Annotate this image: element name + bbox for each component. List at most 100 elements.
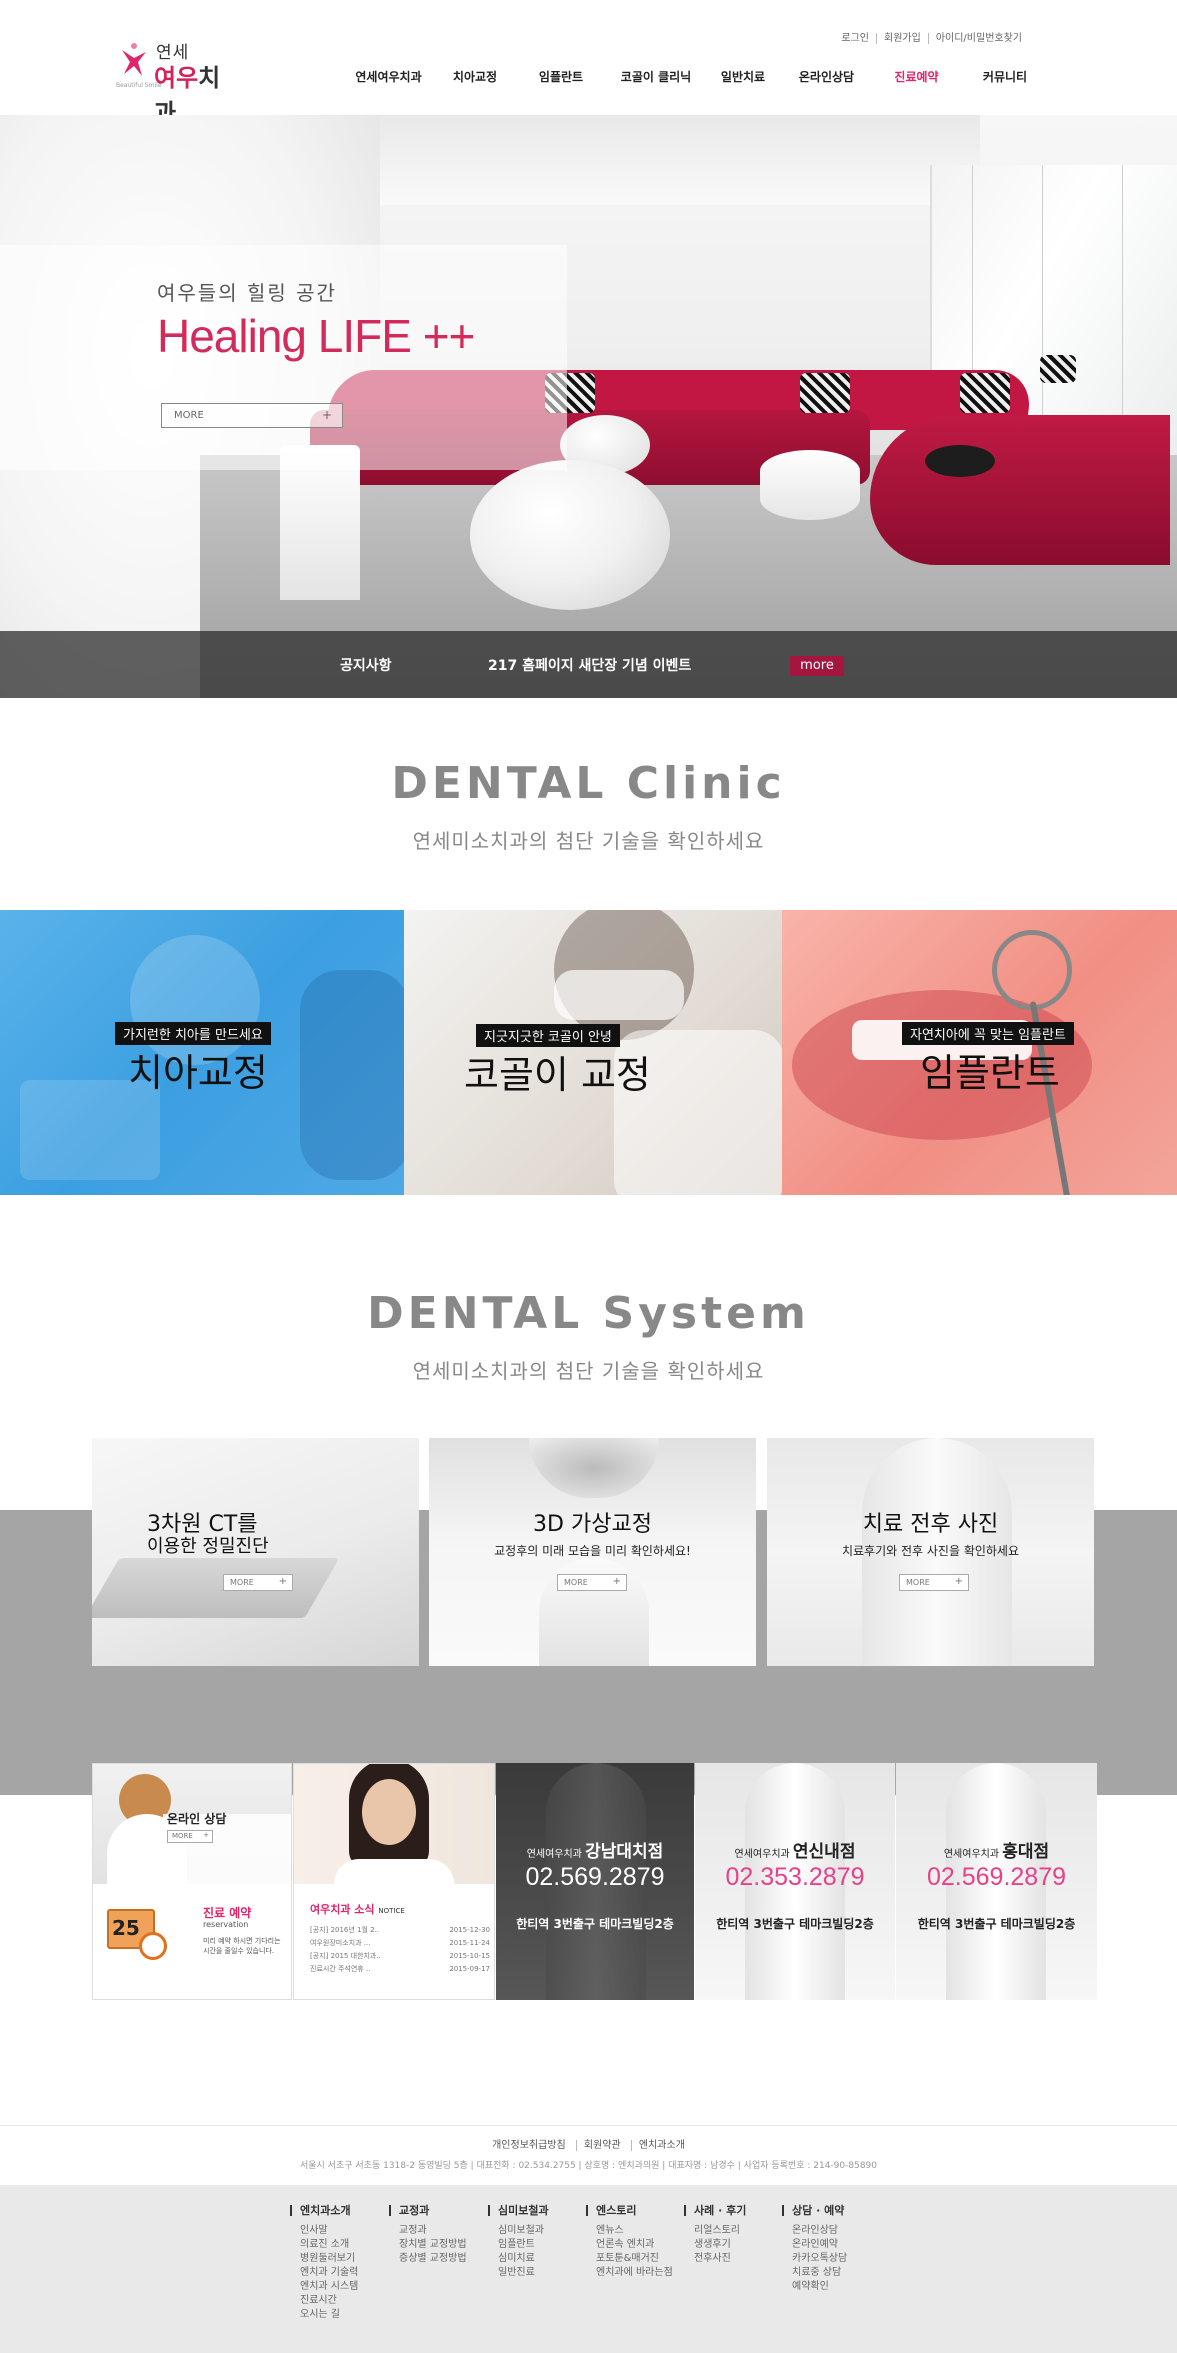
system-card-3d-virtual[interactable]: 3D 가상교정 교정후의 미래 모습을 미리 확인하세요! MORE + bbox=[429, 1438, 756, 1666]
sitemap-link[interactable]: 오시는 길 bbox=[290, 2308, 358, 2322]
system-card-3d-ct[interactable]: 3차원 CT를 이용한 정밀진단 MORE + bbox=[92, 1438, 419, 1666]
sitemap-heading[interactable]: 엔치과소개 bbox=[290, 2205, 358, 2216]
sitemap-link[interactable]: 교정과 bbox=[389, 2224, 467, 2238]
about-link[interactable]: 엔치과소개 bbox=[630, 2140, 692, 2151]
sitemap-link[interactable]: 진료시간 bbox=[290, 2294, 358, 2308]
plus-icon: + bbox=[203, 1831, 209, 1839]
terms-link[interactable]: 회원약관 bbox=[575, 2140, 628, 2151]
nav-online-consult[interactable]: 온라인상담 bbox=[780, 68, 873, 85]
sitemap-link[interactable]: 일반진료 bbox=[488, 2266, 549, 2280]
sitemap-link[interactable]: 생생후기 bbox=[684, 2238, 746, 2252]
find-account-link[interactable]: 아이디/비밀번호찾기 bbox=[927, 33, 1029, 44]
clinic-card-snoring[interactable]: 지긋지긋한 코골이 안녕 코골이 교정 bbox=[404, 910, 782, 1195]
site-logo[interactable]: 연세 여우치과 Beautiful Smile bbox=[116, 36, 236, 127]
sitemap-link[interactable]: 온라인예약 bbox=[782, 2238, 847, 2252]
clinic-card-title: 치아교정 bbox=[128, 1051, 268, 1095]
branch-address: 한티역 3번출구 테마크빌딩2층 bbox=[917, 1917, 1076, 1931]
sitemap-heading[interactable]: 심미보철과 bbox=[488, 2205, 549, 2216]
news-item[interactable]: 진료시간 주석연휴 .. 2015-09-17 bbox=[310, 1963, 490, 1976]
sitemap-link[interactable]: 카카오톡상담 bbox=[782, 2252, 847, 2266]
plus-icon: + bbox=[954, 1576, 963, 1587]
branch-card-hongdae[interactable]: 연세여우치과 홍대점 02.569.2879 한티역 3번출구 테마크빌딩2층 bbox=[896, 1763, 1097, 2000]
reservation-title[interactable]: 진료 예약 bbox=[203, 1904, 251, 1921]
news-item[interactable]: [공지] 2015 대한치과.. 2015-10-15 bbox=[310, 1950, 490, 1963]
sitemap-link[interactable]: 엔치과 기술력 bbox=[290, 2266, 358, 2280]
sitemap-link[interactable]: 전후사진 bbox=[684, 2252, 746, 2266]
hero-photo-ceiling bbox=[380, 115, 980, 205]
sitemap-link[interactable]: 치료중 상담 bbox=[782, 2266, 847, 2280]
signup-link[interactable]: 회원가입 bbox=[876, 33, 928, 44]
branch-phone: 02.569.2879 bbox=[926, 1863, 1067, 1891]
sitemap-link[interactable]: 온라인상담 bbox=[782, 2224, 847, 2238]
sitemap-link[interactable]: 엔치과 시스템 bbox=[290, 2280, 358, 2294]
sitemap-link[interactable]: 인사말 bbox=[290, 2224, 358, 2238]
sitemap-link[interactable]: 의료진 소개 bbox=[290, 2238, 358, 2252]
clock-icon bbox=[139, 1932, 167, 1960]
footer-links: 개인정보취급방침 회원약관 엔치과소개 bbox=[0, 2136, 1177, 2151]
utility-links: 로그인 회원가입 아이디/비밀번호찾기 bbox=[834, 33, 1029, 44]
nav-reservation[interactable]: 진료예약 bbox=[873, 68, 960, 85]
news-item[interactable]: 여우원장미소치과 ... 2015-11-24 bbox=[310, 1937, 490, 1950]
news-list: [공지] 2016년 1월 2.. 2015-12-30 여우원장미소치과 ...… bbox=[310, 1924, 490, 1976]
sitemap-heading[interactable]: 엔스토리 bbox=[586, 2205, 673, 2216]
sitemap-heading[interactable]: 교정과 bbox=[389, 2205, 467, 2216]
sitemap-link[interactable]: 언론속 엔치과 bbox=[586, 2238, 673, 2252]
branch-name: 연세여우치과 홍대점 bbox=[943, 1842, 1050, 1862]
branch-card-gangnam[interactable]: 연세여우치과 강남대치점 02.569.2879 한티역 3번출구 테마크빌딩2… bbox=[496, 1763, 694, 2000]
clinic-section-title: DENTAL Clinic bbox=[391, 758, 786, 809]
system-more-button[interactable]: MORE + bbox=[557, 1574, 627, 1591]
system-more-button[interactable]: MORE + bbox=[899, 1574, 969, 1591]
clinic-card-orthodontics[interactable]: 가지런한 치아를 만드세요 치아교정 bbox=[0, 910, 404, 1195]
clinic-card-implant[interactable]: 자연치아에 꼭 맞는 임플란트 임플란트 bbox=[782, 910, 1177, 1195]
system-more-button[interactable]: MORE + bbox=[223, 1574, 293, 1591]
system-card-before-after[interactable]: 치료 전후 사진 치료후기와 전후 사진을 확인하세요 MORE + bbox=[767, 1438, 1094, 1666]
notice-label: 공지사항 bbox=[340, 658, 392, 674]
branch-phone: 02.569.2879 bbox=[525, 1863, 665, 1891]
sitemap-link[interactable]: 병원둘러보기 bbox=[290, 2252, 358, 2266]
sitemap-link[interactable]: 증상별 교정방법 bbox=[389, 2252, 467, 2266]
online-consult-more-button[interactable]: MORE + bbox=[167, 1830, 213, 1843]
privacy-policy-link[interactable]: 개인정보취급방침 bbox=[485, 2140, 573, 2151]
login-link[interactable]: 로그인 bbox=[834, 33, 876, 44]
branch-card-yeonsinnae[interactable]: 연세여우치과 연신내점 02.353.2879 한티역 3번출구 테마크빌딩2층 bbox=[695, 1763, 895, 2000]
sitemap-column: 심미보철과 심미보철과 임플란트 심미치료 일반진료 bbox=[488, 2205, 549, 2280]
system-section-title: DENTAL System bbox=[367, 1288, 810, 1339]
clinic-section-subtitle: 연세미소치과의 첨단 기술을 확인하세요 bbox=[412, 829, 765, 853]
news-item[interactable]: [공지] 2016년 1월 2.. 2015-12-30 bbox=[310, 1924, 490, 1937]
nav-general-treatment[interactable]: 일반치료 bbox=[706, 68, 780, 85]
nav-snoring-clinic[interactable]: 코골이 클리닉 bbox=[606, 68, 706, 85]
sitemap-link[interactable]: 엔뉴스 bbox=[586, 2224, 673, 2238]
branch-address: 한티역 3번출구 테마크빌딩2층 bbox=[516, 1917, 674, 1931]
nav-about[interactable]: 연세여우치과 bbox=[343, 68, 434, 85]
nav-community[interactable]: 커뮤니티 bbox=[960, 68, 1050, 85]
sitemap-link[interactable]: 장치별 교정방법 bbox=[389, 2238, 467, 2252]
nav-implant[interactable]: 임플란트 bbox=[516, 68, 606, 85]
news-title: 여우치과 소식 NOTICE bbox=[310, 1903, 405, 1916]
hero-subtitle: 여우들의 힐링 공간 bbox=[157, 281, 337, 305]
sitemap-heading[interactable]: 상담 · 예약 bbox=[782, 2205, 847, 2216]
hero-more-button[interactable]: MORE + bbox=[161, 403, 343, 428]
notice-headline-link[interactable]: 217 홈페이지 새단장 기념 이벤트 bbox=[488, 655, 691, 675]
nav-orthodontics[interactable]: 치아교정 bbox=[434, 68, 516, 85]
footer-top bbox=[0, 2125, 1177, 2185]
sitemap-column: 사례 · 후기 리얼스토리 생생후기 전후사진 bbox=[684, 2205, 746, 2266]
pillow bbox=[1040, 355, 1076, 383]
sitemap-link[interactable]: 포토툰&매거진 bbox=[586, 2252, 673, 2266]
notice-more-button[interactable]: more bbox=[790, 656, 844, 676]
sitemap-link[interactable]: 엔치과에 바라는점 bbox=[586, 2266, 673, 2280]
sitemap-link[interactable]: 리얼스토리 bbox=[684, 2224, 746, 2238]
plus-icon: + bbox=[278, 1576, 287, 1587]
hero-title: Healing LIFE ++ bbox=[157, 310, 475, 362]
hero-banner: 여우들의 힐링 공간 Healing LIFE ++ MORE + 공지사항 2… bbox=[0, 115, 1177, 698]
sitemap-heading[interactable]: 사례 · 후기 bbox=[684, 2205, 746, 2216]
sitemap-column: 엔치과소개 인사말 의료진 소개 병원둘러보기 엔치과 기술력 엔치과 시스템 … bbox=[290, 2205, 358, 2322]
sitemap-link[interactable]: 심미치료 bbox=[488, 2252, 549, 2266]
plus-icon: + bbox=[321, 408, 332, 422]
sitemap-link[interactable]: 임플란트 bbox=[488, 2238, 549, 2252]
sitemap-link[interactable]: 예약확인 bbox=[782, 2280, 847, 2294]
sitemap-column: 상담 · 예약 온라인상담 온라인예약 카카오톡상담 치료중 상담 예약확인 bbox=[782, 2205, 847, 2294]
footer-company-info: 서울시 서초구 서초동 1318-2 동영빌딩 5층 | 대표전화 : 02.5… bbox=[299, 2161, 877, 2171]
logo-tagline: Beautiful Smile bbox=[116, 82, 162, 89]
sitemap-link[interactable]: 심미보철과 bbox=[488, 2224, 549, 2238]
online-consult-title[interactable]: 온라인 상담 bbox=[167, 1810, 226, 1827]
